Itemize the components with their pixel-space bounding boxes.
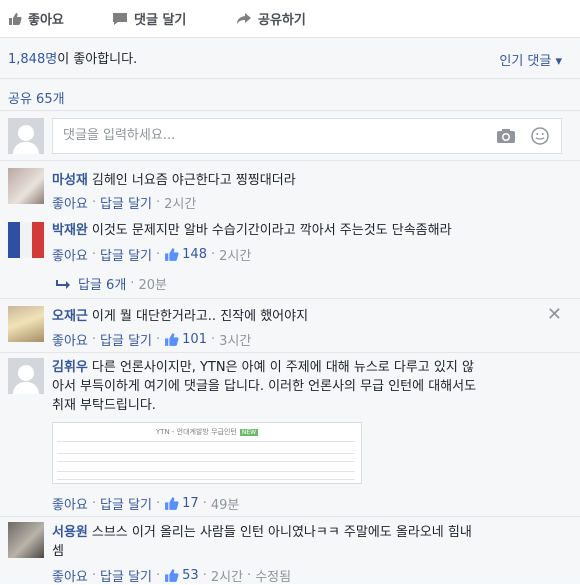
avatar[interactable]	[8, 306, 44, 342]
attached-image-title: YTN - 언대계발방 무급인턴 NEW	[155, 428, 259, 436]
commenter-name[interactable]: 마성재	[52, 173, 88, 188]
divider	[0, 110, 580, 111]
like-label: 좋아요	[28, 13, 64, 28]
likes-summary: 1,848명이 좋아합니다.	[8, 48, 137, 67]
like-count: 53	[182, 568, 199, 583]
comment-meta: 좋아요 · 답글 달기 · 101 · 3시간	[52, 330, 252, 349]
comment-text: 김휘우 다른 언론사이지만, YTN은 아예 이 주제에 대해 뉴스로 다루고 있…	[52, 358, 562, 415]
comment-text: 마성재 김헤인 너요즘 야근한다고 찡찡대더라	[52, 171, 562, 190]
comment-text: 박재완 이것도 문제지만 알바 수습기간이라고 깍아서 주는것도 단속좀해라	[52, 221, 562, 240]
attached-image[interactable]: YTN - 언대계발방 무급인턴 NEW	[52, 422, 362, 484]
camera-icon[interactable]	[496, 127, 516, 145]
comment-reply-button[interactable]: 답글 달기	[100, 330, 152, 349]
thumbs-up-icon	[9, 12, 22, 25]
divider	[0, 298, 580, 299]
thumbs-up-icon	[165, 248, 179, 261]
commenter-name[interactable]: 김휘우	[52, 360, 88, 375]
share-icon	[237, 12, 251, 24]
comment-body: 이것도 문제지만 알바 수습기간이라고 깍아서 주는것도 단속좀해라	[91, 223, 452, 238]
divider	[0, 352, 580, 353]
comment-input[interactable]	[61, 127, 485, 144]
share-label: 공유하기	[258, 13, 306, 28]
comment-reply-button[interactable]: 답글 달기	[100, 494, 152, 513]
comment-body-line: 아서 부득이하게 여기에 댓글을 답니다. 이러한 언론사의 무급 인턴에 대해…	[52, 379, 477, 394]
action-bar: 좋아요 댓글 달기 공유하기	[0, 0, 580, 38]
divider	[0, 78, 580, 79]
avatar[interactable]	[8, 168, 44, 204]
comment-body-line: 다른 언론사이지만, YTN은 아예 이 주제에 대해 뉴스로 다루고 있지 않	[91, 360, 474, 375]
like-count: 17	[182, 496, 199, 511]
avatar[interactable]	[8, 358, 44, 394]
comment-time[interactable]: 2시간	[219, 245, 251, 264]
comment-meta: 좋아요 · 답글 달기 · 2시간	[52, 193, 197, 212]
comment-time[interactable]: 2시간	[164, 193, 196, 212]
edited-label[interactable]: 수정됨	[255, 566, 291, 585]
thumbs-up-icon	[165, 497, 179, 510]
comment-body: 김헤인 너요즘 야근한다고 찡찡대더라	[91, 173, 296, 188]
likes-suffix: 이 좋아합니다.	[57, 52, 138, 67]
reply-arrow-icon	[56, 279, 70, 289]
comment-reply-button[interactable]: 답글 달기	[100, 193, 152, 212]
avatar[interactable]	[8, 222, 44, 258]
comment-like-button[interactable]: 좋아요	[52, 330, 88, 349]
commenter-name[interactable]: 서용원	[52, 525, 88, 540]
replies-time: 20분	[138, 278, 167, 293]
divider	[0, 516, 580, 517]
share-action[interactable]: 공유하기	[236, 9, 306, 28]
like-action[interactable]: 좋아요	[8, 9, 64, 28]
comment-reply-button[interactable]: 답글 달기	[100, 245, 152, 264]
comment-like-count[interactable]: 17	[164, 496, 199, 511]
comment-label: 댓글 달기	[134, 13, 187, 28]
comment-meta: 좋아요 · 답글 달기 · 148 · 2시간	[52, 245, 252, 264]
avatar	[8, 118, 44, 154]
comment-action[interactable]: 댓글 달기	[112, 9, 186, 28]
comment-body-line: 스브스 이거 올리는 사람들 인턴 아니였나ㅋㅋ 주말에도 올라오네 힘내	[91, 525, 472, 540]
sort-dropdown[interactable]: 인기 댓글 ▾	[499, 50, 562, 69]
comment-icon	[113, 12, 127, 25]
thumbs-up-icon	[165, 333, 179, 346]
like-count: 101	[182, 332, 207, 347]
comment-like-button[interactable]: 좋아요	[52, 566, 88, 585]
comment-like-count[interactable]: 53	[164, 568, 199, 583]
like-count: 148	[182, 247, 207, 262]
comment-body-line: 취재 부탁드립니다.	[52, 398, 156, 413]
likes-count-link[interactable]: 1,848명	[8, 52, 57, 67]
comment-meta: 좋아요 · 답글 달기 · 53 · 2시간 · 수정됨	[52, 566, 292, 585]
comment-body: 이게 뭘 대단한거라고.. 진작에 했어야지	[91, 309, 309, 324]
comment-like-count[interactable]: 101	[164, 332, 207, 347]
comment-text: 오재근 이게 뭘 대단한거라고.. 진작에 했어야지	[52, 307, 562, 326]
comment-like-count[interactable]: 148	[164, 247, 207, 262]
shares-link[interactable]: 공유 65개	[8, 88, 65, 107]
comment-like-button[interactable]: 좋아요	[52, 494, 88, 513]
comment-time[interactable]: 49분	[211, 494, 240, 513]
commenter-name[interactable]: 오재근	[52, 309, 88, 324]
emoji-icon[interactable]	[531, 127, 549, 145]
comment-composer[interactable]	[52, 118, 562, 154]
view-replies[interactable]: 답글 6개 · 20분	[56, 274, 167, 293]
comment-meta: 좋아요 · 답글 달기 · 17 · 49분	[52, 494, 240, 513]
comment-text: 서용원 스브스 이거 올리는 사람들 인턴 아니였나ㅋㅋ 주말에도 올라오네 힘내…	[52, 523, 562, 561]
comment-reply-button[interactable]: 답글 달기	[100, 566, 152, 585]
commenter-name[interactable]: 박재완	[52, 223, 88, 238]
close-icon[interactable]: ✕	[547, 304, 562, 325]
thumbs-up-icon	[165, 569, 179, 582]
comment-like-button[interactable]: 좋아요	[52, 193, 88, 212]
comment-time[interactable]: 2시간	[211, 566, 243, 585]
replies-count[interactable]: 답글 6개	[78, 274, 126, 293]
comment-time[interactable]: 3시간	[219, 330, 251, 349]
comment-like-button[interactable]: 좋아요	[52, 245, 88, 264]
divider	[0, 160, 580, 161]
avatar[interactable]	[8, 522, 44, 558]
comment-body-line: 셈	[52, 544, 64, 559]
